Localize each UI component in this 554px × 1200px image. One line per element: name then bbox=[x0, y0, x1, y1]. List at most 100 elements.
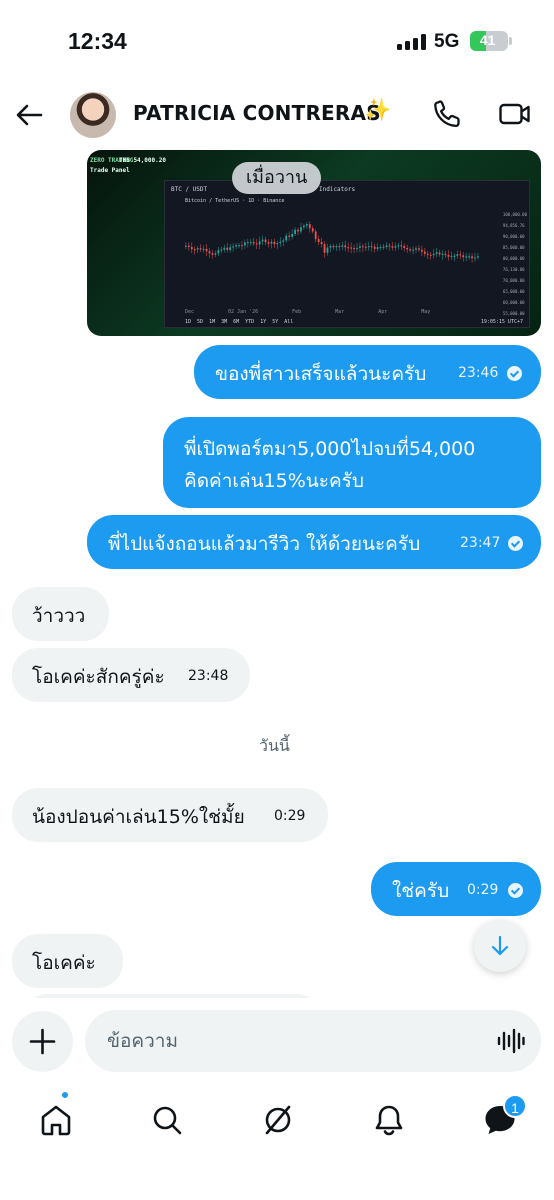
message-bubble-incoming[interactable]: โอเคค่ะ bbox=[12, 934, 123, 988]
candle-body bbox=[261, 239, 264, 242]
candle-body bbox=[320, 242, 323, 245]
search-icon bbox=[153, 1106, 182, 1135]
candle-body bbox=[235, 245, 237, 247]
candle-body bbox=[238, 245, 240, 247]
avatar[interactable] bbox=[70, 92, 116, 138]
trading-chart-window: BTC / USDT Indicators Bitcoin / TetherUS… bbox=[164, 180, 530, 328]
message-bubble-outgoing[interactable]: ใช่ครับ 0:29 bbox=[371, 862, 541, 916]
status-bar: 12:34 5G 41 bbox=[0, 0, 554, 84]
waveform-icon bbox=[497, 1028, 525, 1054]
signal-icon bbox=[397, 34, 427, 50]
candle-body bbox=[217, 250, 220, 254]
candle-body bbox=[388, 245, 391, 247]
range-option: 1Y bbox=[260, 319, 267, 325]
range-option: 3M bbox=[221, 319, 228, 325]
add-attachment-button[interactable] bbox=[12, 1011, 73, 1072]
nav-grok[interactable] bbox=[256, 1098, 300, 1142]
candle-body bbox=[232, 246, 234, 248]
candle-body bbox=[373, 246, 376, 249]
message-time: 23:46 bbox=[458, 365, 499, 381]
candle-body bbox=[376, 247, 379, 249]
range-option: 5D bbox=[197, 319, 204, 325]
messages-badge: 1 bbox=[503, 1094, 527, 1118]
candle-body bbox=[379, 246, 382, 248]
nav-home[interactable] bbox=[34, 1098, 78, 1142]
candle-body bbox=[255, 243, 258, 245]
time-tick: May bbox=[421, 309, 431, 315]
candle-body bbox=[403, 246, 406, 248]
price-tick: 70,000.00 bbox=[502, 278, 525, 283]
candle-body bbox=[474, 257, 476, 259]
candle-body bbox=[317, 239, 320, 243]
message-text-line: พี่เปิดพอร์ตมา5,000ไปจบที่54,000 bbox=[184, 438, 476, 460]
contact-name[interactable]: PATRICIA CONTRERAS bbox=[133, 101, 381, 125]
range-option: YTD bbox=[245, 319, 255, 325]
message-input[interactable] bbox=[85, 1010, 541, 1072]
candle-body bbox=[258, 241, 261, 245]
candle-body bbox=[326, 247, 329, 253]
candle-body bbox=[308, 224, 311, 229]
candle-body bbox=[471, 256, 473, 259]
message-text-line: คิดค่าเล่น15%นะครับ bbox=[184, 470, 364, 492]
candle-body bbox=[391, 246, 394, 248]
time-tick: Dec bbox=[185, 309, 195, 315]
candle-body bbox=[418, 248, 420, 250]
candle-body bbox=[429, 254, 432, 256]
message-text: ว้าววว bbox=[32, 605, 86, 627]
candle-body bbox=[435, 252, 438, 254]
candle-body bbox=[311, 228, 314, 232]
candle-body bbox=[370, 246, 373, 248]
nav-notifications[interactable] bbox=[367, 1098, 411, 1142]
message-text: โอเคค่ะสักครู่ค่ะ bbox=[32, 666, 165, 688]
time-tick: Mar bbox=[335, 309, 345, 315]
voice-message-button[interactable] bbox=[497, 1028, 525, 1054]
candle-body bbox=[447, 255, 450, 257]
range-option: 5Y bbox=[272, 319, 279, 325]
message-bubble-outgoing[interactable]: พี่เปิดพอร์ตมา5,000ไปจบที่54,000 คิดค่าเ… bbox=[163, 417, 541, 508]
candle-body bbox=[400, 245, 403, 247]
status-time: 12:34 bbox=[68, 28, 127, 54]
message-bubble-incoming[interactable]: น้องปอนค่าเล่น15%ใช่มั้ย 0:29 bbox=[12, 788, 328, 842]
time-tick: 02 Jan '26 bbox=[228, 309, 259, 315]
message-bubble-outgoing[interactable]: พี่ไปแจ้งถอนแล้วมารีวิว ให้ด้วยนะครับ 23… bbox=[87, 515, 541, 569]
range-selector: 1D 5D 1M 3M 6M YTD 1Y 5Y All bbox=[185, 319, 299, 325]
candle-body bbox=[444, 253, 447, 256]
sparkles-emoji: ✨ bbox=[364, 98, 392, 123]
message-bubble-outgoing[interactable]: ของพี่สาวเสร็จแล้วนะครับ 23:46 bbox=[194, 345, 541, 399]
candle-body bbox=[185, 245, 187, 247]
candle-body bbox=[264, 239, 267, 243]
candle-body bbox=[314, 231, 317, 240]
candle-body bbox=[190, 246, 193, 250]
candle-body bbox=[303, 225, 305, 228]
message-bubble-incoming[interactable]: ว้าววว bbox=[12, 587, 109, 641]
image-panel-title: Trade Panel bbox=[90, 167, 130, 174]
candle-body bbox=[282, 240, 285, 242]
message-time: 23:47 bbox=[460, 535, 501, 551]
candle-body bbox=[468, 256, 470, 258]
candle-body bbox=[244, 242, 246, 246]
candle-body bbox=[305, 224, 308, 226]
back-button[interactable] bbox=[12, 98, 46, 132]
scroll-to-bottom-button[interactable] bbox=[474, 920, 526, 972]
candle-body bbox=[394, 246, 397, 248]
day-separator: วันนี้ bbox=[259, 736, 290, 755]
phone-icon bbox=[434, 100, 460, 128]
video-call-button[interactable] bbox=[498, 98, 532, 130]
candle-body bbox=[297, 229, 299, 232]
chat-timeline[interactable]: ZERO TRADING THB 54,000.20 Trade Panel B… bbox=[0, 146, 554, 998]
candle-body bbox=[421, 249, 423, 252]
read-check-icon bbox=[507, 366, 522, 381]
price-tick: 55,000.00 bbox=[502, 311, 525, 316]
message-bubble-incoming[interactable]: โอเคค่ะสักครู่ค่ะ 23:48 bbox=[12, 648, 250, 702]
candle-body bbox=[285, 235, 288, 241]
candle-body bbox=[211, 253, 214, 255]
video-camera-icon bbox=[499, 103, 530, 125]
chart-pair: BTC / USDT bbox=[171, 186, 208, 193]
message-text: พี่ไปแจ้งถอนแล้วมารีวิว ให้ด้วยนะครับ bbox=[108, 533, 421, 555]
grok-icon bbox=[265, 1105, 291, 1135]
candle-body bbox=[205, 248, 208, 252]
price-tick: 80,000.00 bbox=[502, 256, 525, 261]
nav-search[interactable] bbox=[145, 1098, 189, 1142]
image-balance: THB 54,000.20 bbox=[119, 157, 166, 164]
call-button[interactable] bbox=[431, 98, 463, 130]
